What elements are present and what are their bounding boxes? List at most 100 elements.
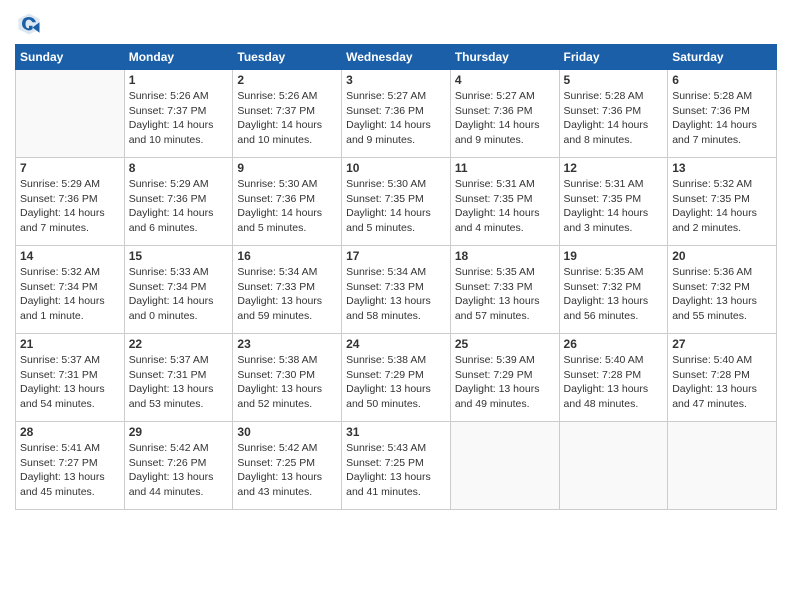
day-number: 26 (564, 337, 664, 351)
calendar-cell: 13Sunrise: 5:32 AMSunset: 7:35 PMDayligh… (668, 158, 777, 246)
day-number: 21 (20, 337, 120, 351)
weekday-header: Saturday (668, 45, 777, 70)
day-number: 5 (564, 73, 664, 87)
calendar-cell: 15 Sunrise: 5:33 AMSunset: 7:34 PMDayligh… (124, 246, 233, 334)
calendar-cell: 9 Sunrise: 5:30 AMSunset: 7:36 PMDaylight… (233, 158, 342, 246)
calendar-cell: 12 Sunrise: 5:31 AMSunset: 7:35 PMDayligh… (559, 158, 668, 246)
day-info: Sunrise: 5:34 AMSunset: 7:33 PMDaylight:… (346, 265, 446, 324)
day-info: Sunrise: 5:43 AMSunset: 7:25 PMDaylight:… (346, 441, 446, 500)
day-number: 31 (346, 425, 446, 439)
day-number: 28 (20, 425, 120, 439)
day-number: 3 (346, 73, 446, 87)
calendar-cell (450, 422, 559, 510)
day-info: Sunrise: 5:37 AMSunset: 7:31 PMDaylight:… (129, 353, 229, 412)
weekday-header: Sunday (16, 45, 125, 70)
day-info: Sunrise: 5:26 AMSunset: 7:37 PMDaylight:… (129, 89, 229, 148)
day-info: Sunrise: 5:27 AMSunset: 7:36 PMDaylight:… (455, 89, 555, 148)
logo-icon (15, 10, 43, 38)
calendar-cell: 19Sunrise: 5:35 AMSunset: 7:32 PMDayligh… (559, 246, 668, 334)
day-info: Sunrise: 5:27 AMSunset: 7:36 PMDaylight:… (346, 89, 446, 148)
day-info: Sunrise: 5:37 AMSunset: 7:31 PMDaylight:… (20, 353, 120, 412)
calendar-cell: 17 Sunrise: 5:34 AMSunset: 7:33 PMDayligh… (342, 246, 451, 334)
day-info: Sunrise: 5:31 AMSunset: 7:35 PMDaylight:… (564, 177, 664, 236)
day-number: 19 (564, 249, 664, 263)
calendar-week-row: 21 Sunrise: 5:37 AMSunset: 7:31 PMDayligh… (16, 334, 777, 422)
weekday-header: Tuesday (233, 45, 342, 70)
calendar-cell: 27 Sunrise: 5:40 AMSunset: 7:28 PMDayligh… (668, 334, 777, 422)
calendar-cell: 29 Sunrise: 5:42 AMSunset: 7:26 PMDayligh… (124, 422, 233, 510)
day-number: 8 (129, 161, 229, 175)
calendar-cell (668, 422, 777, 510)
calendar-cell: 18 Sunrise: 5:35 AMSunset: 7:33 PMDayligh… (450, 246, 559, 334)
day-info: Sunrise: 5:34 AMSunset: 7:33 PMDaylight:… (237, 265, 337, 324)
day-number: 20 (672, 249, 772, 263)
day-info: Sunrise: 5:30 AMSunset: 7:35 PMDaylight:… (346, 177, 446, 236)
page-container: SundayMondayTuesdayWednesdayThursdayFrid… (0, 0, 792, 520)
header (15, 10, 777, 38)
day-info: Sunrise: 5:28 AMSunset: 7:36 PMDaylight:… (564, 89, 664, 148)
day-info: Sunrise: 5:38 AMSunset: 7:30 PMDaylight:… (237, 353, 337, 412)
calendar-cell: 5 Sunrise: 5:28 AMSunset: 7:36 PMDaylight… (559, 70, 668, 158)
calendar-cell: 22 Sunrise: 5:37 AMSunset: 7:31 PMDayligh… (124, 334, 233, 422)
calendar-cell: 2 Sunrise: 5:26 AMSunset: 7:37 PMDaylight… (233, 70, 342, 158)
calendar-cell: 14 Sunrise: 5:32 AMSunset: 7:34 PMDayligh… (16, 246, 125, 334)
day-number: 6 (672, 73, 772, 87)
weekday-header: Friday (559, 45, 668, 70)
day-number: 10 (346, 161, 446, 175)
calendar-cell: 3 Sunrise: 5:27 AMSunset: 7:36 PMDaylight… (342, 70, 451, 158)
calendar-cell (559, 422, 668, 510)
day-number: 18 (455, 249, 555, 263)
weekday-header-row: SundayMondayTuesdayWednesdayThursdayFrid… (16, 45, 777, 70)
day-number: 29 (129, 425, 229, 439)
calendar-cell: 7 Sunrise: 5:29 AMSunset: 7:36 PMDaylight… (16, 158, 125, 246)
day-info: Sunrise: 5:42 AMSunset: 7:26 PMDaylight:… (129, 441, 229, 500)
day-info: Sunrise: 5:26 AMSunset: 7:37 PMDaylight:… (237, 89, 337, 148)
day-number: 17 (346, 249, 446, 263)
day-number: 7 (20, 161, 120, 175)
calendar-week-row: 1Sunrise: 5:26 AMSunset: 7:37 PMDaylight… (16, 70, 777, 158)
day-info: Sunrise: 5:42 AMSunset: 7:25 PMDaylight:… (237, 441, 337, 500)
day-info: Sunrise: 5:32 AMSunset: 7:34 PMDaylight:… (20, 265, 120, 324)
weekday-header: Wednesday (342, 45, 451, 70)
logo (15, 10, 47, 38)
calendar-cell: 31 Sunrise: 5:43 AMSunset: 7:25 PMDayligh… (342, 422, 451, 510)
calendar-cell: 24Sunrise: 5:38 AMSunset: 7:29 PMDayligh… (342, 334, 451, 422)
calendar-cell: 26 Sunrise: 5:40 AMSunset: 7:28 PMDayligh… (559, 334, 668, 422)
day-number: 2 (237, 73, 337, 87)
day-number: 16 (237, 249, 337, 263)
day-info: Sunrise: 5:38 AMSunset: 7:29 PMDaylight:… (346, 353, 446, 412)
day-info: Sunrise: 5:31 AMSunset: 7:35 PMDaylight:… (455, 177, 555, 236)
day-info: Sunrise: 5:36 AMSunset: 7:32 PMDaylight:… (672, 265, 772, 324)
calendar-cell: 11Sunrise: 5:31 AMSunset: 7:35 PMDayligh… (450, 158, 559, 246)
calendar-cell: 6 Sunrise: 5:28 AMSunset: 7:36 PMDaylight… (668, 70, 777, 158)
calendar-cell: 23Sunrise: 5:38 AMSunset: 7:30 PMDayligh… (233, 334, 342, 422)
day-number: 12 (564, 161, 664, 175)
day-number: 4 (455, 73, 555, 87)
day-number: 30 (237, 425, 337, 439)
day-number: 22 (129, 337, 229, 351)
calendar-cell: 16 Sunrise: 5:34 AMSunset: 7:33 PMDayligh… (233, 246, 342, 334)
day-info: Sunrise: 5:40 AMSunset: 7:28 PMDaylight:… (564, 353, 664, 412)
calendar-cell: 21 Sunrise: 5:37 AMSunset: 7:31 PMDayligh… (16, 334, 125, 422)
day-info: Sunrise: 5:29 AMSunset: 7:36 PMDaylight:… (20, 177, 120, 236)
weekday-header: Monday (124, 45, 233, 70)
day-info: Sunrise: 5:40 AMSunset: 7:28 PMDaylight:… (672, 353, 772, 412)
day-number: 27 (672, 337, 772, 351)
calendar-table: SundayMondayTuesdayWednesdayThursdayFrid… (15, 44, 777, 510)
calendar-cell: 8 Sunrise: 5:29 AMSunset: 7:36 PMDaylight… (124, 158, 233, 246)
weekday-header: Thursday (450, 45, 559, 70)
calendar-cell: 25 Sunrise: 5:39 AMSunset: 7:29 PMDayligh… (450, 334, 559, 422)
day-info: Sunrise: 5:28 AMSunset: 7:36 PMDaylight:… (672, 89, 772, 148)
calendar-cell: 10 Sunrise: 5:30 AMSunset: 7:35 PMDayligh… (342, 158, 451, 246)
day-number: 14 (20, 249, 120, 263)
day-info: Sunrise: 5:35 AMSunset: 7:33 PMDaylight:… (455, 265, 555, 324)
day-info: Sunrise: 5:32 AMSunset: 7:35 PMDaylight:… (672, 177, 772, 236)
day-info: Sunrise: 5:30 AMSunset: 7:36 PMDaylight:… (237, 177, 337, 236)
day-info: Sunrise: 5:39 AMSunset: 7:29 PMDaylight:… (455, 353, 555, 412)
day-info: Sunrise: 5:29 AMSunset: 7:36 PMDaylight:… (129, 177, 229, 236)
day-number: 9 (237, 161, 337, 175)
day-number: 25 (455, 337, 555, 351)
day-info: Sunrise: 5:33 AMSunset: 7:34 PMDaylight:… (129, 265, 229, 324)
day-number: 15 (129, 249, 229, 263)
calendar-cell: 4 Sunrise: 5:27 AMSunset: 7:36 PMDaylight… (450, 70, 559, 158)
